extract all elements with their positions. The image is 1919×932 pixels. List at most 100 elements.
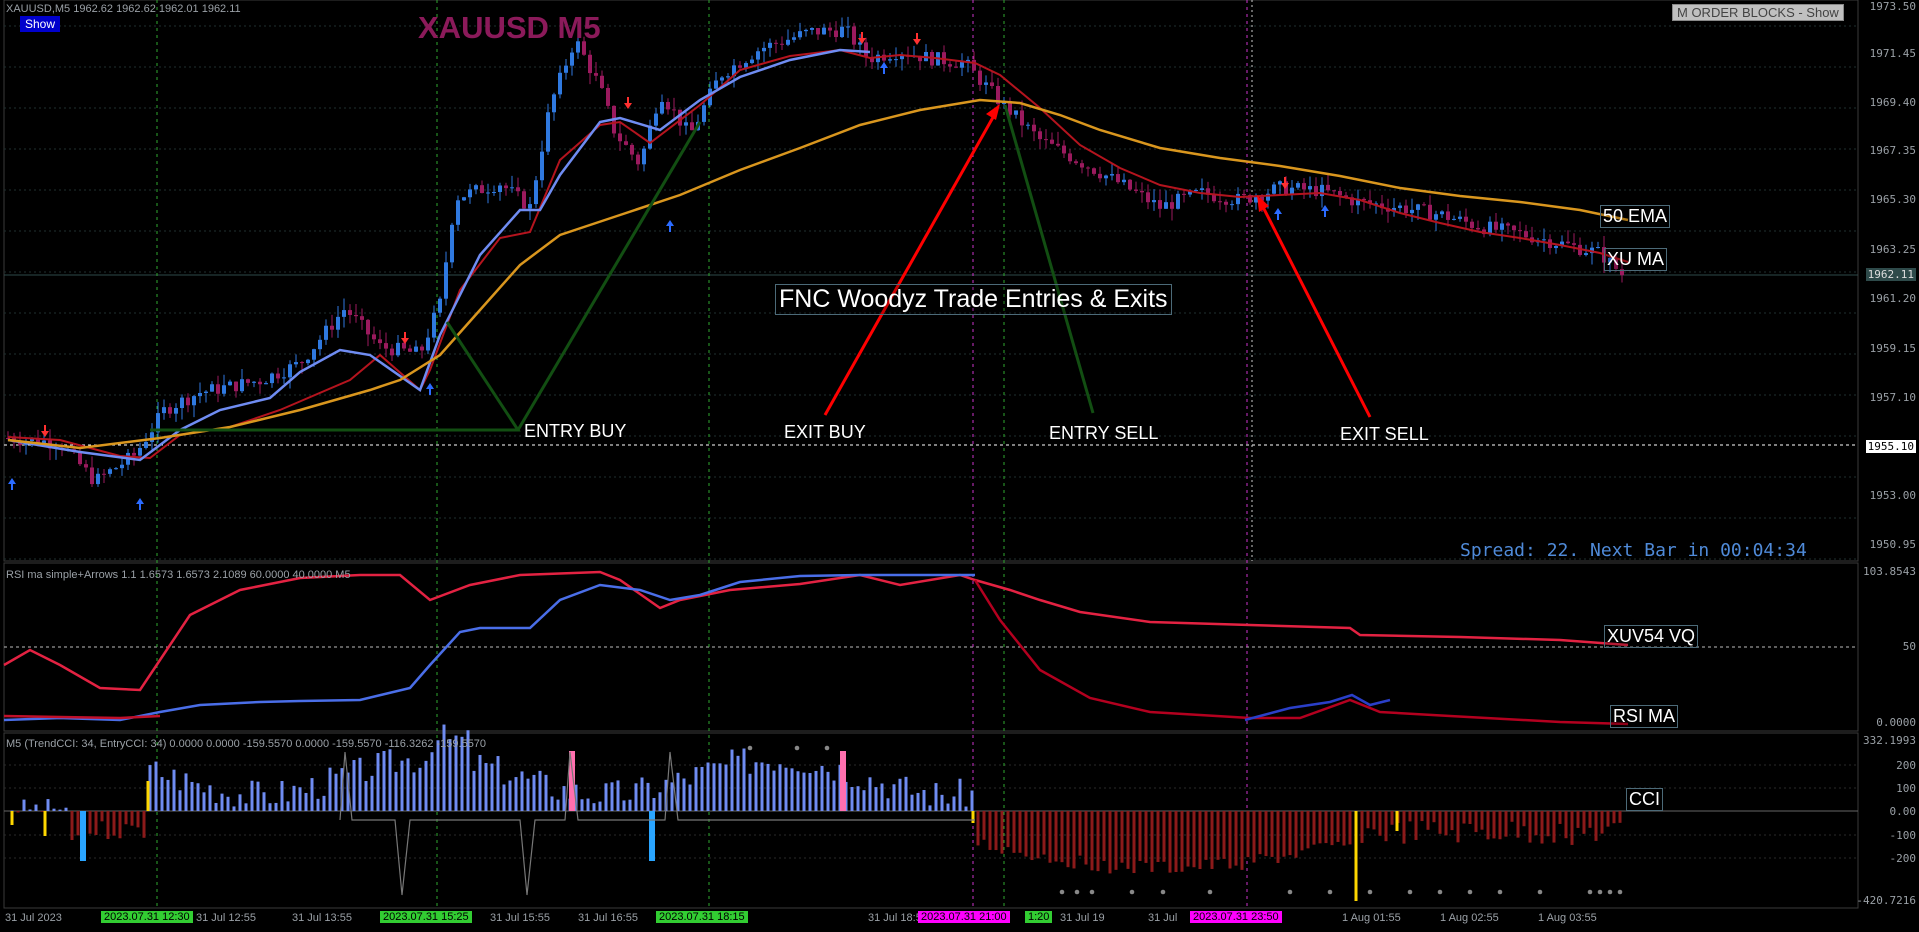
candle-body [1422,204,1426,206]
cci-bar [94,811,98,835]
candle-body [1086,167,1090,169]
cci-bar [1222,811,1226,859]
cci-bar [1318,811,1322,844]
cci-bar [1522,811,1526,827]
cci-bar [736,755,740,811]
cci-bar [1552,811,1556,843]
show-button[interactable]: Show [20,16,61,32]
cci-bar [772,770,776,811]
candle-body [336,316,340,330]
cci-bar [172,769,176,811]
candle-body [684,122,688,126]
candle-body [1464,216,1468,222]
candle-body [1116,174,1120,183]
cci-bar [682,778,686,811]
candle-body [450,224,454,263]
cci-bar [1564,811,1568,839]
candle-body [474,185,478,190]
candle-body [102,473,106,475]
cci-bar [892,784,896,811]
cci-bar [1066,811,1070,868]
candle-body [1152,200,1156,203]
cci-bar [112,811,116,836]
candle-body [846,26,850,28]
cci-bar [958,778,962,811]
candle-body [1122,179,1126,183]
cci-bar [1390,811,1394,825]
candle-body [1542,239,1546,241]
candle-body [114,468,118,470]
candle-body [1194,189,1198,191]
cci-bar [334,773,338,811]
candle-body [240,379,244,392]
exit-buy-arrowhead-icon [986,104,1000,120]
cci-bar [1606,811,1610,827]
candle-body [984,82,988,85]
candle-body [210,384,214,392]
cci-bar [688,784,692,811]
cci-bar [532,774,536,811]
candle-body [192,396,196,406]
candle-body [312,349,316,360]
cci-bar [70,811,74,841]
cci-highlight-bar [840,751,846,811]
candle-body [774,42,778,44]
candle-body [252,381,256,383]
candle-body [636,154,640,165]
order-blocks-button[interactable]: M ORDER BLOCKS - Show [1672,4,1844,21]
chart-area[interactable]: XAUUSD,M5 1962.62 1962.62 1962.01 1962.1… [0,0,1919,932]
chart-title: XAUUSD M5 [418,10,601,45]
candle-body [678,109,682,126]
candle-body [528,204,532,209]
cci-dot [824,745,830,751]
candle-body [1038,131,1042,140]
price-tick: 1969.40 [1869,96,1916,109]
exit-buy-line [823,111,998,416]
cci-bar [220,793,224,811]
cci-dot [1437,889,1443,895]
cci-signal-bar [1354,811,1358,901]
candle-body [798,31,802,38]
price-tick: 1957.10 [1869,391,1916,404]
cci-bar [970,790,974,811]
cci-bar [718,763,722,811]
cci-bar [634,783,638,811]
time-tag: 2023.07.31 18:15 [656,911,748,923]
candle-body [654,113,658,126]
cci-bar [490,763,494,811]
candle-body [186,397,190,406]
cci-bar [268,803,272,811]
cci-bar [1114,811,1118,870]
candle-body [570,52,574,66]
candle-body [1554,246,1558,249]
cci-bar [730,749,734,811]
cci-bar [1216,811,1220,860]
candle-body [618,133,622,142]
candle-body [342,310,346,317]
cci-bar [928,805,932,811]
cci-bar [286,801,290,811]
cci-bar [1306,811,1310,849]
candle-body [894,59,898,61]
candle-body [1440,211,1444,215]
exit-sell-line [1260,204,1372,418]
cci-bar [586,798,590,811]
cci-dot [1089,889,1095,895]
cci-bar [1186,811,1190,867]
candle-body [282,377,286,379]
cci-dot [1207,889,1213,895]
candle-body [306,359,310,364]
cci-panel-header: M5 (TrendCCI: 34, EntryCCI: 34) 0.0000 0… [6,738,487,750]
cci-bar [670,782,674,811]
ema50-line [7,98,1629,450]
candle-body [516,187,520,192]
cci-bar [28,809,32,811]
cci-bar [136,811,140,828]
cci-bar [1558,811,1562,824]
candle-body [690,122,694,131]
candle-body [972,59,976,71]
candle-body [1584,253,1588,255]
candle-body [624,141,628,145]
candle-body [1146,192,1150,203]
candle-body [1488,221,1492,235]
